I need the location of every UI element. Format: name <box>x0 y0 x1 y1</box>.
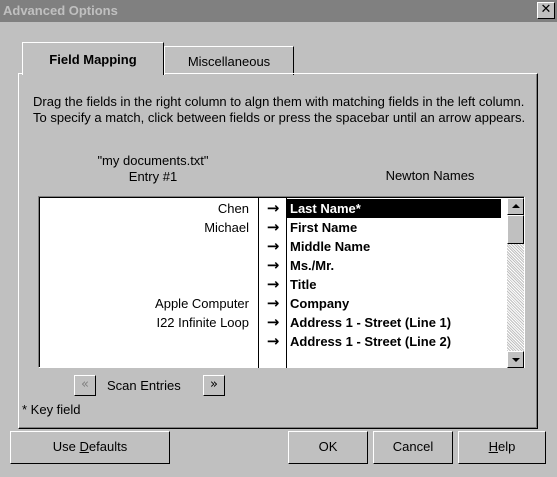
match-arrow-icon[interactable]: → <box>260 294 286 312</box>
use-defaults-button[interactable]: Use Defaults <box>10 431 170 464</box>
mapping-row[interactable]: Apple Computer → Company <box>40 294 506 313</box>
double-chevron-right-icon: » <box>210 377 218 392</box>
tab-label: Miscellaneous <box>187 54 271 69</box>
tab-miscellaneous[interactable]: Miscellaneous <box>164 46 294 75</box>
source-field: Apple Computer <box>155 296 249 311</box>
scan-next-button[interactable]: » <box>203 375 225 396</box>
newton-field[interactable]: Address 1 - Street (Line 1) <box>287 313 501 332</box>
newton-field[interactable]: Last Name* <box>287 199 501 218</box>
button-label-pre: Use <box>52 439 80 454</box>
ok-button[interactable]: OK <box>288 431 368 464</box>
field-mapping-list[interactable]: Chen → Last Name* Michael → First Name → Middle… <box>38 196 525 368</box>
mapping-row[interactable]: Chen → Last Name* <box>40 199 506 218</box>
source-field: I22 Infinite Loop <box>156 315 249 330</box>
source-column-header: "my documents.txt" Entry #1 <box>40 153 266 185</box>
source-field: Michael <box>204 220 249 235</box>
arrow-down-icon <box>512 358 520 362</box>
vertical-scrollbar[interactable] <box>507 198 524 368</box>
newton-field[interactable]: Ms./Mr. <box>287 256 501 275</box>
mapping-row[interactable]: → Title <box>40 275 506 294</box>
source-field: Chen <box>217 201 249 216</box>
match-arrow-icon[interactable]: → <box>260 256 286 274</box>
match-arrow-icon[interactable]: → <box>260 199 286 217</box>
newton-field[interactable]: Address 1 - Street (Line 2) <box>287 332 501 351</box>
advanced-options-dialog: Advanced Options ✕ Field Mapping Miscell… <box>0 0 557 477</box>
help-button[interactable]: Help <box>458 431 546 464</box>
tab-label: Field Mapping <box>49 52 137 67</box>
match-arrow-icon[interactable]: → <box>260 332 286 350</box>
scan-previous-button[interactable]: « <box>74 375 96 396</box>
cancel-button[interactable]: Cancel <box>373 431 453 464</box>
source-file-name: "my documents.txt" <box>97 153 209 168</box>
instructions-text: Drag the fields in the right column to a… <box>33 94 526 125</box>
newton-field[interactable]: Company <box>287 294 501 313</box>
key-field-note: * Key field <box>22 402 81 417</box>
arrow-up-icon <box>512 204 520 208</box>
close-icon: ✕ <box>540 2 552 17</box>
mnemonic-letter: D <box>79 439 89 454</box>
match-arrow-icon[interactable]: → <box>260 275 286 293</box>
match-arrow-icon[interactable]: → <box>260 313 286 331</box>
mapping-row[interactable]: → Ms./Mr. <box>40 256 506 275</box>
match-arrow-icon[interactable]: → <box>260 218 286 236</box>
mnemonic-letter: H <box>488 439 499 454</box>
scroll-up-button[interactable] <box>507 198 524 215</box>
button-label-post: efaults <box>88 439 128 454</box>
newton-field[interactable]: Middle Name <box>287 237 501 256</box>
window-title: Advanced Options <box>3 3 118 18</box>
newton-field[interactable]: First Name <box>287 218 501 237</box>
source-entry-label: Entry #1 <box>128 169 178 184</box>
newton-field[interactable]: Title <box>287 275 501 294</box>
mapping-row[interactable]: → Middle Name <box>40 237 506 256</box>
double-chevron-left-icon: « <box>81 377 89 392</box>
destination-column-header: Newton Names <box>385 168 475 183</box>
mapping-row[interactable]: Michael → First Name <box>40 218 506 237</box>
button-label-post: elp <box>498 439 516 454</box>
scan-entries-label: Scan Entries <box>107 378 181 393</box>
mapping-row[interactable]: → Address 1 - Street (Line 2) <box>40 332 506 351</box>
tab-field-mapping[interactable]: Field Mapping <box>22 42 164 75</box>
scroll-thumb[interactable] <box>507 215 524 244</box>
title-bar[interactable]: Advanced Options ✕ <box>0 0 557 22</box>
scroll-down-button[interactable] <box>507 351 524 368</box>
match-arrow-icon[interactable]: → <box>260 237 286 255</box>
close-button[interactable]: ✕ <box>537 2 555 19</box>
mapping-row[interactable]: I22 Infinite Loop → Address 1 - Street (Li… <box>40 313 506 332</box>
